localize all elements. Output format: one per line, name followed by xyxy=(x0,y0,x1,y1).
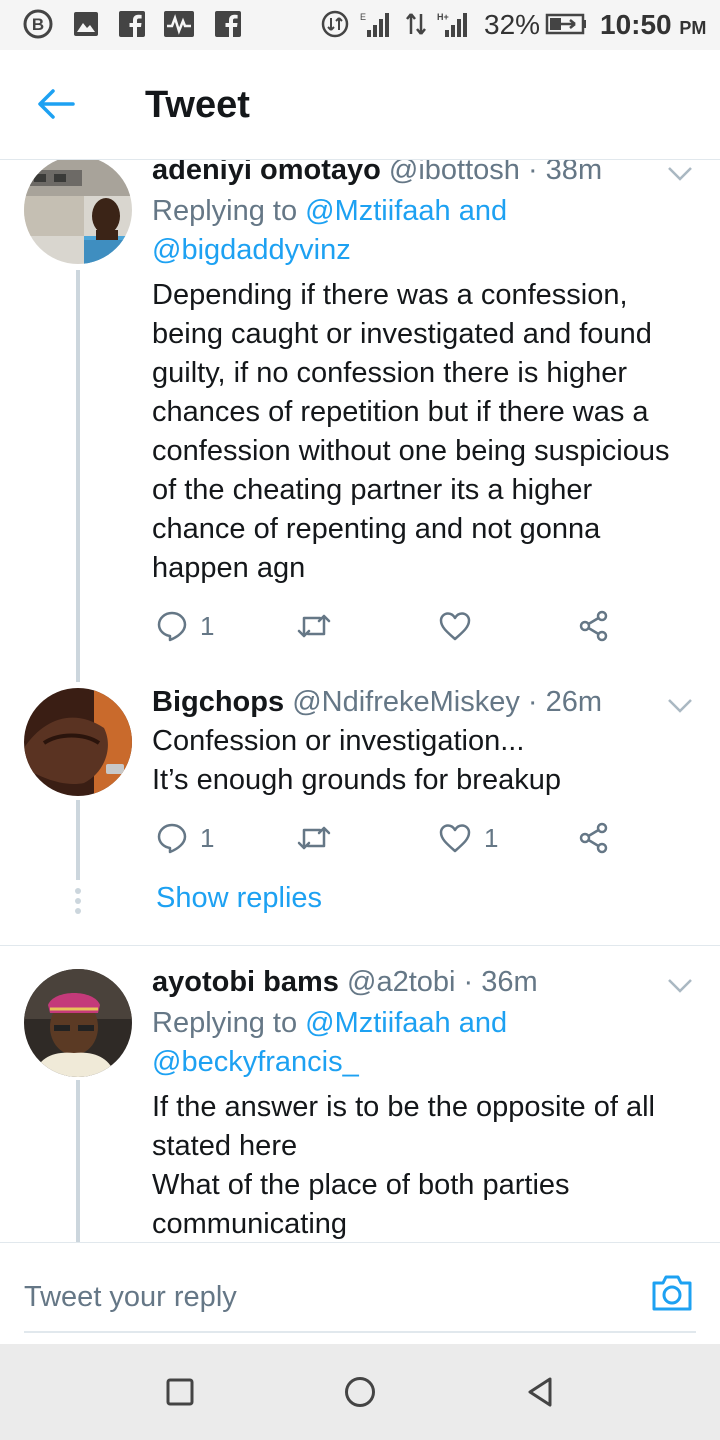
retweet-button[interactable] xyxy=(296,606,332,646)
circle-icon xyxy=(345,1377,375,1407)
reply-icon xyxy=(157,823,187,854)
status-bar: B E H+ 32% 10:50 PM xyxy=(0,0,720,50)
replying-prefix: Replying to xyxy=(152,1007,306,1039)
clock: 10:50 PM xyxy=(600,10,706,43)
retweet-button[interactable] xyxy=(296,818,332,858)
data-saver-icon xyxy=(318,10,352,38)
triangle-back-icon xyxy=(528,1377,552,1407)
facebook-icon xyxy=(212,10,244,38)
replying-prefix: Replying to xyxy=(152,195,306,227)
signal-h-icon: H+ xyxy=(436,10,472,38)
heart-icon xyxy=(439,824,471,853)
avatar[interactable] xyxy=(24,160,132,264)
reply-count: 1 xyxy=(200,822,215,853)
author-handle[interactable]: @ibottosh xyxy=(389,160,520,186)
battery-icon xyxy=(544,10,588,38)
reply-icon xyxy=(157,611,187,642)
tweet-actions: 1 xyxy=(152,606,652,646)
back-nav-button[interactable] xyxy=(520,1372,560,1412)
retweet-icon xyxy=(297,614,331,638)
camera-icon xyxy=(652,1275,692,1311)
show-replies-link[interactable]: Show replies xyxy=(156,882,322,915)
thread-line xyxy=(76,1080,80,1242)
tweet-time: · 38m xyxy=(527,160,603,186)
author-name[interactable]: ayotobi bams xyxy=(152,966,339,998)
tweet-item[interactable]: Bigchops @NdifrekeMiskey · 26m Confessio… xyxy=(0,686,720,938)
facebook-icon xyxy=(116,10,148,38)
image-icon xyxy=(70,10,102,38)
avatar[interactable] xyxy=(24,688,132,796)
tweet-header: adeniyi omotayo @ibottosh · 38m xyxy=(152,160,602,187)
like-count: 1 xyxy=(484,822,499,853)
square-icon xyxy=(166,1378,194,1406)
share-icon xyxy=(579,610,608,642)
heart-icon xyxy=(439,612,471,641)
tweet-item[interactable]: adeniyi omotayo @ibottosh · 38m Replying… xyxy=(0,160,720,682)
svg-text:E: E xyxy=(360,12,366,22)
share-icon xyxy=(579,822,608,854)
author-name[interactable]: adeniyi omotayo xyxy=(152,160,381,186)
mention-link[interactable]: @bigdaddyvinz xyxy=(152,234,351,266)
thread-line xyxy=(76,270,80,682)
tweet-item[interactable]: ayotobi bams @a2tobi · 36m Replying to @… xyxy=(0,966,720,1242)
tweet-feed[interactable]: adeniyi omotayo @ibottosh · 38m Replying… xyxy=(0,160,720,1242)
author-handle[interactable]: @a2tobi xyxy=(347,966,455,998)
camera-button[interactable] xyxy=(650,1273,694,1317)
tweet-time: · 36m xyxy=(463,966,538,998)
system-nav-bar xyxy=(0,1344,720,1440)
share-button[interactable] xyxy=(578,818,610,858)
replying-to: Replying to @Mztiifaah and @bigdaddyvinz xyxy=(152,192,507,270)
thread-line xyxy=(76,800,80,880)
replying-to: Replying to @Mztiifaah and @beckyfrancis… xyxy=(152,1004,507,1082)
b-circle-icon: B xyxy=(20,9,56,39)
mention-link[interactable]: @Mztiifaah and xyxy=(305,195,507,227)
tweet-header: ayotobi bams @a2tobi · 36m xyxy=(152,966,538,999)
data-arrows-icon xyxy=(402,10,430,38)
clock-ampm: PM xyxy=(679,18,707,38)
mention-link[interactable]: @beckyfrancis_ xyxy=(152,1046,359,1078)
reply-button[interactable]: 1 xyxy=(156,606,214,646)
avatar[interactable] xyxy=(24,969,132,1077)
reply-input[interactable] xyxy=(24,1263,696,1333)
chevron-down-icon[interactable] xyxy=(666,164,694,184)
chevron-down-icon[interactable] xyxy=(666,976,694,996)
battery-percent: 32% xyxy=(484,9,541,40)
like-button[interactable] xyxy=(438,606,472,646)
tweet-text: Depending if there was a confession, bei… xyxy=(152,279,670,584)
tweet-time: · 26m xyxy=(527,686,603,718)
svg-text:B: B xyxy=(32,15,44,34)
tweet-header: Bigchops @NdifrekeMiskey · 26m xyxy=(152,686,602,719)
reply-bar xyxy=(0,1242,720,1344)
tweet-text: If the answer is to be the opposite of a… xyxy=(152,1091,655,1240)
like-button[interactable]: 1 xyxy=(438,818,498,858)
svg-text:H+: H+ xyxy=(437,12,449,22)
back-button[interactable] xyxy=(28,82,84,126)
chevron-down-icon[interactable] xyxy=(666,696,694,716)
divider xyxy=(0,945,720,946)
reply-button[interactable]: 1 xyxy=(156,818,214,858)
thread-more-dots xyxy=(74,888,82,918)
recents-button[interactable] xyxy=(160,1372,200,1412)
author-handle[interactable]: @NdifrekeMiskey xyxy=(292,686,520,718)
tweet-actions: 1 1 xyxy=(152,818,652,858)
clock-time: 10:50 xyxy=(600,9,672,40)
author-name[interactable]: Bigchops xyxy=(152,686,284,718)
reply-count: 1 xyxy=(200,610,215,641)
pulse-icon xyxy=(162,10,196,38)
mention-link[interactable]: @Mztiifaah and xyxy=(305,1007,507,1039)
share-button[interactable] xyxy=(578,606,610,646)
retweet-icon xyxy=(297,826,331,850)
page-title: Tweet xyxy=(145,84,250,126)
back-arrow-icon xyxy=(38,89,75,119)
tweet-text: Confession or investigation... It’s enou… xyxy=(152,725,561,796)
signal-icon: E xyxy=(358,10,394,38)
home-button[interactable] xyxy=(340,1372,380,1412)
app-header: Tweet xyxy=(0,50,720,160)
